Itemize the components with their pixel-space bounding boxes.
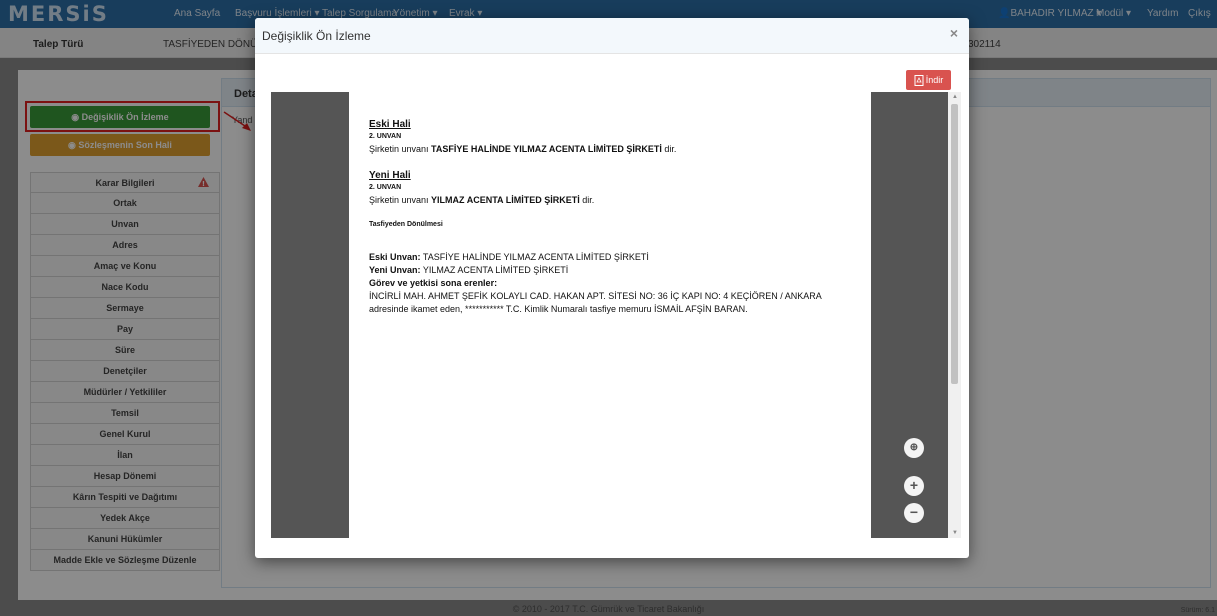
old-title-row: Eski Unvan: TASFİYE HALİNDE YILMAZ ACENT… [369,251,854,264]
new-article-label: 2. UNVAN [369,184,402,191]
pdf-viewer[interactable]: Eski Hali 2. UNVAN Şirketin unvanı TASFİ… [271,92,961,538]
fit-page-button[interactable]: ⊕ [904,438,924,458]
modal-header: Değişiklik Ön İzleme × [255,18,969,54]
new-company-name: YILMAZ ACENTA LİMİTED ŞİRKETİ [431,195,580,205]
old-title-suffix: dir. [661,144,677,154]
pdf-page: Eski Hali 2. UNVAN Şirketin unvanı TASFİ… [349,92,871,538]
duty-text: İNCİRLİ MAH. AHMET ŞEFİK KOLAYLI CAD. HA… [369,291,822,314]
scroll-up-icon[interactable]: ▲ [952,94,958,100]
pdf-icon [914,74,924,86]
pdf-page-content: Eski Hali 2. UNVAN Şirketin unvanı TASFİ… [369,119,854,316]
scrollbar-thumb[interactable] [951,104,958,384]
plus-icon: + [909,477,919,493]
old-title-prefix: Şirketin unvanı [369,144,432,154]
old-version-heading: Eski Hali [369,119,411,130]
old-company-name: TASFİYE HALİNDE YILMAZ ACENTA LİMİTED Şİ… [431,144,662,154]
zoom-out-button[interactable]: − [904,503,924,523]
old-title-value: TASFİYE HALİNDE YILMAZ ACENTA LİMİTED Şİ… [420,252,649,262]
fit-page-icon: ⊕ [909,442,919,453]
old-title-label: Eski Unvan: [369,252,421,262]
modal-title: Değişiklik Ön İzleme [262,29,371,43]
old-article-label: 2. UNVAN [369,133,402,140]
zoom-in-button[interactable]: + [904,476,924,496]
new-title-sentence: Şirketin unvanı YILMAZ ACENTA LİMİTED Şİ… [369,194,854,207]
new-title-prefix: Şirketin unvanı [369,195,432,205]
viewer-scrollbar[interactable]: ▲ ▼ [948,92,961,538]
duty-label: Görev ve yetkisi sona erenler: [369,278,498,288]
download-label: İndir [925,75,944,85]
change-preview-modal: Değişiklik Ön İzleme × İndir Eski Hali 2… [255,18,969,558]
download-button[interactable]: İndir [906,70,951,90]
new-title-suffix: dir. [579,195,595,205]
minus-icon: − [909,504,919,520]
new-title-label: Yeni Unvan: [369,265,421,275]
section-title: Tasfiyeden Dönülmesi [369,221,443,228]
old-title-sentence: Şirketin unvanı TASFİYE HALİNDE YILMAZ A… [369,143,854,156]
duty-label-row: Görev ve yetkisi sona erenler: [369,277,854,290]
close-icon[interactable]: × [950,25,958,41]
new-title-row: Yeni Unvan: YILMAZ ACENTA LİMİTED ŞİRKET… [369,264,854,277]
new-version-heading: Yeni Hali [369,170,411,181]
scroll-down-icon[interactable]: ▼ [952,530,958,536]
new-title-value: YILMAZ ACENTA LİMİTED ŞİRKETİ [420,265,569,275]
